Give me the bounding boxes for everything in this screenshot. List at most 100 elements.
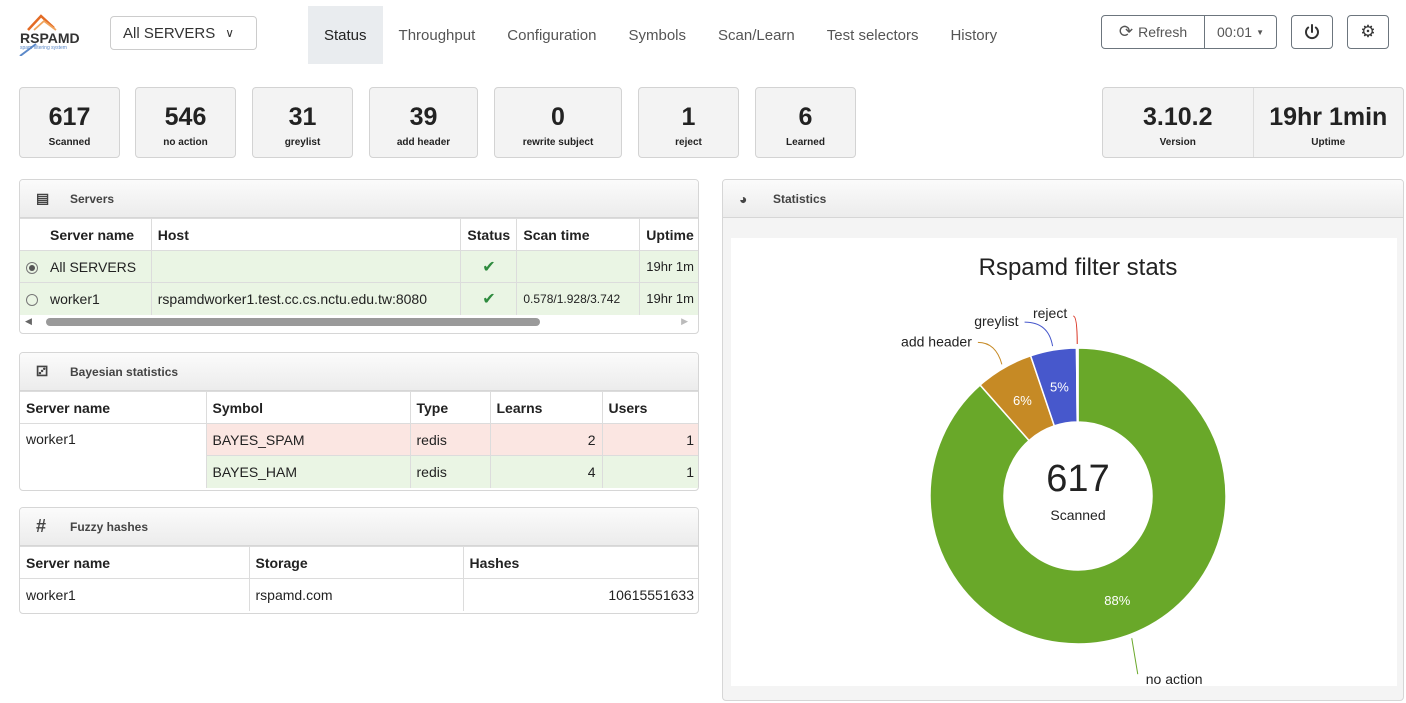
stat-card-scanned: 617 Scanned	[19, 87, 120, 158]
server-radio-worker1[interactable]	[26, 294, 38, 307]
tab-scan-learn[interactable]: Scan/Learn	[702, 6, 811, 64]
version-block: 3.10.2 Version	[1103, 88, 1253, 157]
stat-label: Scanned	[48, 137, 91, 148]
disconnect-button[interactable]	[1291, 15, 1333, 49]
callout-line	[1024, 321, 1054, 347]
stat-card-rewrite-subject: 0 rewrite subject	[494, 87, 622, 158]
status-ok-icon: ✔	[460, 250, 518, 283]
tab-status[interactable]: Status	[308, 6, 383, 64]
server-icon: ▤	[36, 190, 50, 206]
servers-panel-header: ▤ Servers	[20, 180, 698, 218]
fuzzy-storage: rspamd.com	[249, 578, 464, 611]
tab-configuration[interactable]: Configuration	[491, 6, 612, 64]
stat-value: 617	[48, 103, 91, 131]
stat-card-greylist: 31 greylist	[252, 87, 353, 158]
logo-text: RSPAMD	[20, 30, 80, 46]
column-header: Status	[460, 218, 518, 251]
stat-label: rewrite subject	[522, 137, 594, 148]
rspamd-logo[interactable]: RSPAMD spam filtering system	[14, 8, 94, 57]
stat-value: 39	[409, 103, 438, 131]
column-header: Type	[410, 391, 491, 424]
slice-percent-label: 6%	[1013, 393, 1032, 408]
fuzzy-panel-title: Fuzzy hashes	[70, 519, 149, 534]
tab-test-selectors[interactable]: Test selectors	[811, 6, 935, 64]
server-radio-all[interactable]	[26, 261, 38, 274]
column-header: Server name	[20, 391, 207, 424]
horizontal-scrollbar[interactable]: ◀ ▶	[20, 314, 698, 329]
uptime-value: 19hr 1min	[1269, 103, 1388, 131]
settings-button[interactable]: ⚙	[1347, 15, 1389, 49]
callout-line	[977, 341, 1003, 365]
refresh-button[interactable]: ⟳ Refresh	[1101, 15, 1205, 49]
bayesian-panel: ⚂ Bayesian statistics Server name Symbol…	[19, 352, 699, 491]
status-ok-icon: ✔	[460, 282, 518, 315]
stat-value: 1	[681, 103, 696, 131]
filter-stats-chart: Rspamd filter stats 88% no action 6% add he…	[731, 238, 1397, 686]
statistics-panel-header: ◕ Statistics	[723, 180, 1403, 218]
column-header: Users	[602, 391, 698, 424]
column-header: Host	[151, 218, 462, 251]
statistics-panel-title: Statistics	[773, 191, 827, 206]
refresh-interval-dropdown[interactable]: 00:01 ▼	[1205, 15, 1277, 49]
server-host	[151, 250, 462, 283]
table-row[interactable]: worker1 rspamdworker1.test.cc.cs.nctu.ed…	[20, 282, 698, 315]
servers-panel-title: Servers	[70, 191, 115, 206]
stat-card-no-action: 546 no action	[135, 87, 236, 158]
scrollbar-thumb[interactable]	[46, 317, 540, 326]
stat-label: greylist	[284, 137, 321, 148]
tab-symbols[interactable]: Symbols	[613, 6, 703, 64]
chevron-down-icon: ∨	[225, 26, 235, 40]
server-select[interactable]: All SERVERS ∨	[110, 16, 257, 50]
table-header-row: Server name Symbol Type Learns Users	[20, 391, 698, 424]
bayes-type: redis	[410, 455, 491, 488]
bayes-type: redis	[410, 423, 491, 456]
slice-label-no-action: no action	[1146, 671, 1203, 686]
table-header-row: Server name Host Status Scan time Uptime	[20, 218, 698, 251]
table-row: worker1 BAYES_SPAM redis 2 1	[20, 423, 698, 488]
bayes-learns: 4	[490, 455, 603, 488]
fuzzy-table: Server name Storage Hashes worker1 rspam…	[20, 546, 698, 611]
stat-card-reject: 1 reject	[638, 87, 739, 158]
slice-label-reject: reject	[1033, 305, 1067, 321]
fuzzy-hashes: 10615551633	[463, 578, 698, 611]
scroll-right-icon[interactable]: ▶	[681, 316, 688, 327]
hash-icon: #	[36, 516, 47, 536]
column-header: Server name	[44, 218, 152, 251]
fuzzy-panel: # Fuzzy hashes Server name Storage Hashe…	[19, 507, 699, 614]
server-name: worker1	[20, 423, 207, 488]
stat-label: no action	[163, 137, 208, 148]
server-select-value: All SERVERS	[123, 24, 216, 42]
stat-value: 31	[288, 103, 317, 131]
scroll-left-icon[interactable]: ◀	[25, 316, 32, 327]
column-header: Learns	[490, 391, 603, 424]
server-name: All SERVERS	[44, 250, 152, 283]
statistics-panel: ◕ Statistics Rspamd filter stats 88% no a…	[722, 179, 1404, 701]
logo-subtitle: spam filtering system	[20, 45, 67, 51]
bayes-symbol: BAYES_HAM	[206, 455, 411, 488]
tab-throughput[interactable]: Throughput	[383, 6, 492, 64]
slice-label-add-header: add header	[901, 333, 972, 349]
version-value: 3.10.2	[1142, 103, 1213, 131]
table-row[interactable]: All SERVERS ✔ 19hr 1m	[20, 250, 698, 283]
bayes-symbol: BAYES_SPAM	[206, 423, 411, 456]
servers-panel: ▤ Servers Server name Host Status Scan t…	[19, 179, 699, 334]
bayesian-table: Server name Symbol Type Learns Users wor…	[20, 391, 698, 488]
callout-line	[1073, 315, 1078, 345]
column-header: Uptime	[639, 218, 698, 251]
bayes-learns: 2	[490, 423, 603, 456]
tab-history[interactable]: History	[934, 6, 1013, 64]
gear-icon: ⚙	[1360, 22, 1376, 41]
slice-percent-label: 5%	[1050, 380, 1069, 395]
column-header: Server name	[20, 546, 250, 579]
slice-percent-label: 88%	[1104, 593, 1130, 608]
stat-label: reject	[675, 137, 702, 148]
slice-label-greylist: greylist	[974, 313, 1018, 329]
slice-reject[interactable]	[1075, 347, 1079, 423]
toolbar: ⟳ Refresh 00:01 ▼ ⚙	[1101, 15, 1389, 49]
power-icon	[1305, 24, 1319, 40]
table-header-row: Server name Storage Hashes	[20, 546, 698, 579]
server-uptime: 19hr 1m	[639, 250, 698, 283]
chart-center-label: Scanned	[1050, 507, 1105, 523]
servers-table: Server name Host Status Scan time Uptime…	[20, 218, 698, 315]
pie-chart-icon: ◕	[739, 190, 748, 207]
